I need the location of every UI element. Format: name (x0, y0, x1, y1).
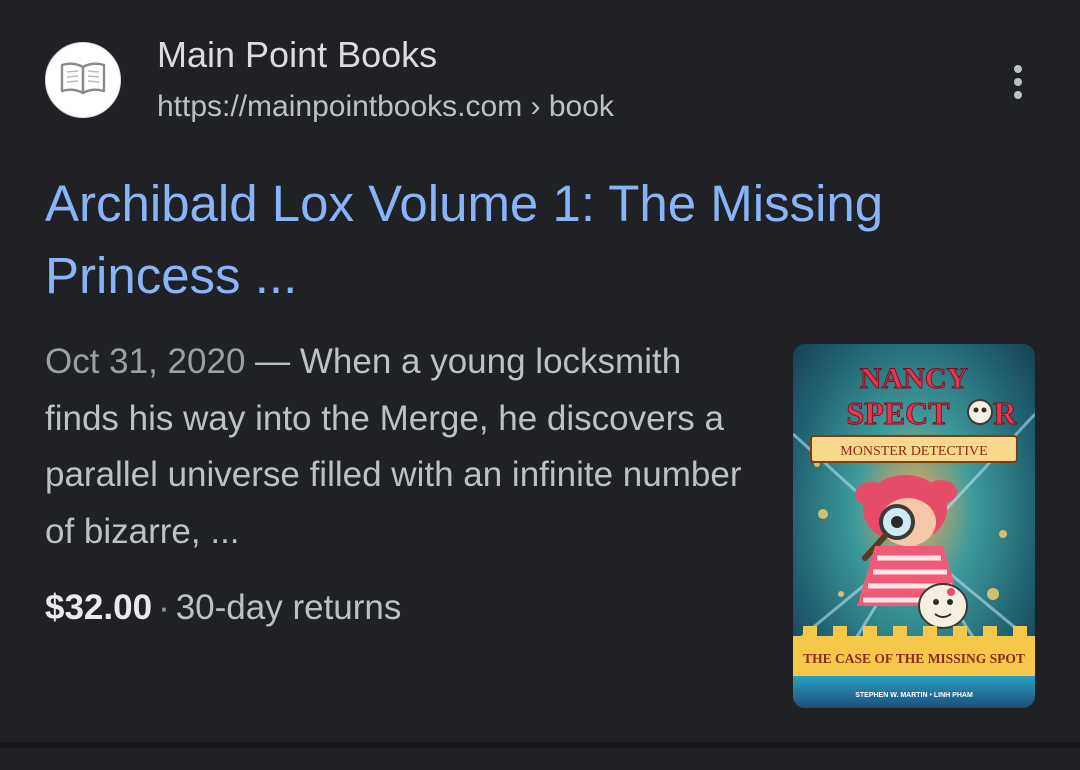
breadcrumb-separator: › (522, 90, 549, 123)
cover-title-line3: R (993, 395, 1017, 431)
more-vert-icon-dot (1014, 78, 1022, 86)
more-options-button[interactable] (996, 58, 1040, 106)
site-favicon[interactable] (45, 42, 121, 118)
more-vert-icon-dot (1014, 91, 1022, 99)
breadcrumb-path: book (548, 90, 614, 123)
date-dash: — (245, 342, 300, 381)
result-title-link[interactable]: Archibald Lox Volume 1: The Missing Prin… (45, 168, 1005, 312)
result-snippet: Oct 31, 2020 — When a young locksmith fi… (45, 334, 755, 560)
result-divider (0, 742, 1080, 748)
cover-banner: MONSTER DETECTIVE (840, 444, 987, 459)
cover-title-line1: NANCY (860, 362, 969, 395)
returns-info: 30-day returns (175, 588, 402, 627)
product-meta: $32.00 · 30-day returns (45, 588, 401, 628)
url-text: https://mainpointbooks.com (157, 90, 523, 123)
site-url[interactable]: https://mainpointbooks.com › book (157, 90, 614, 124)
open-book-icon (60, 61, 106, 100)
search-result: Main Point Books https://mainpointbooks.… (0, 0, 1080, 742)
skull-o-icon (967, 399, 993, 425)
book-cover-thumbnail[interactable]: NANCY SPECT R MONSTER DETECTIVE THE CASE (793, 344, 1035, 708)
meta-separator: · (158, 588, 170, 627)
result-date: Oct 31, 2020 (45, 342, 246, 381)
cover-subtitle: THE CASE OF THE MISSING SPOT (803, 651, 1025, 666)
cover-authors: STEPHEN W. MARTIN • LINH PHAM (855, 692, 973, 699)
more-vert-icon (1014, 65, 1022, 73)
cover-title-line2: SPECT (846, 395, 949, 431)
price: $32.00 (45, 588, 153, 627)
site-name[interactable]: Main Point Books (157, 34, 437, 76)
